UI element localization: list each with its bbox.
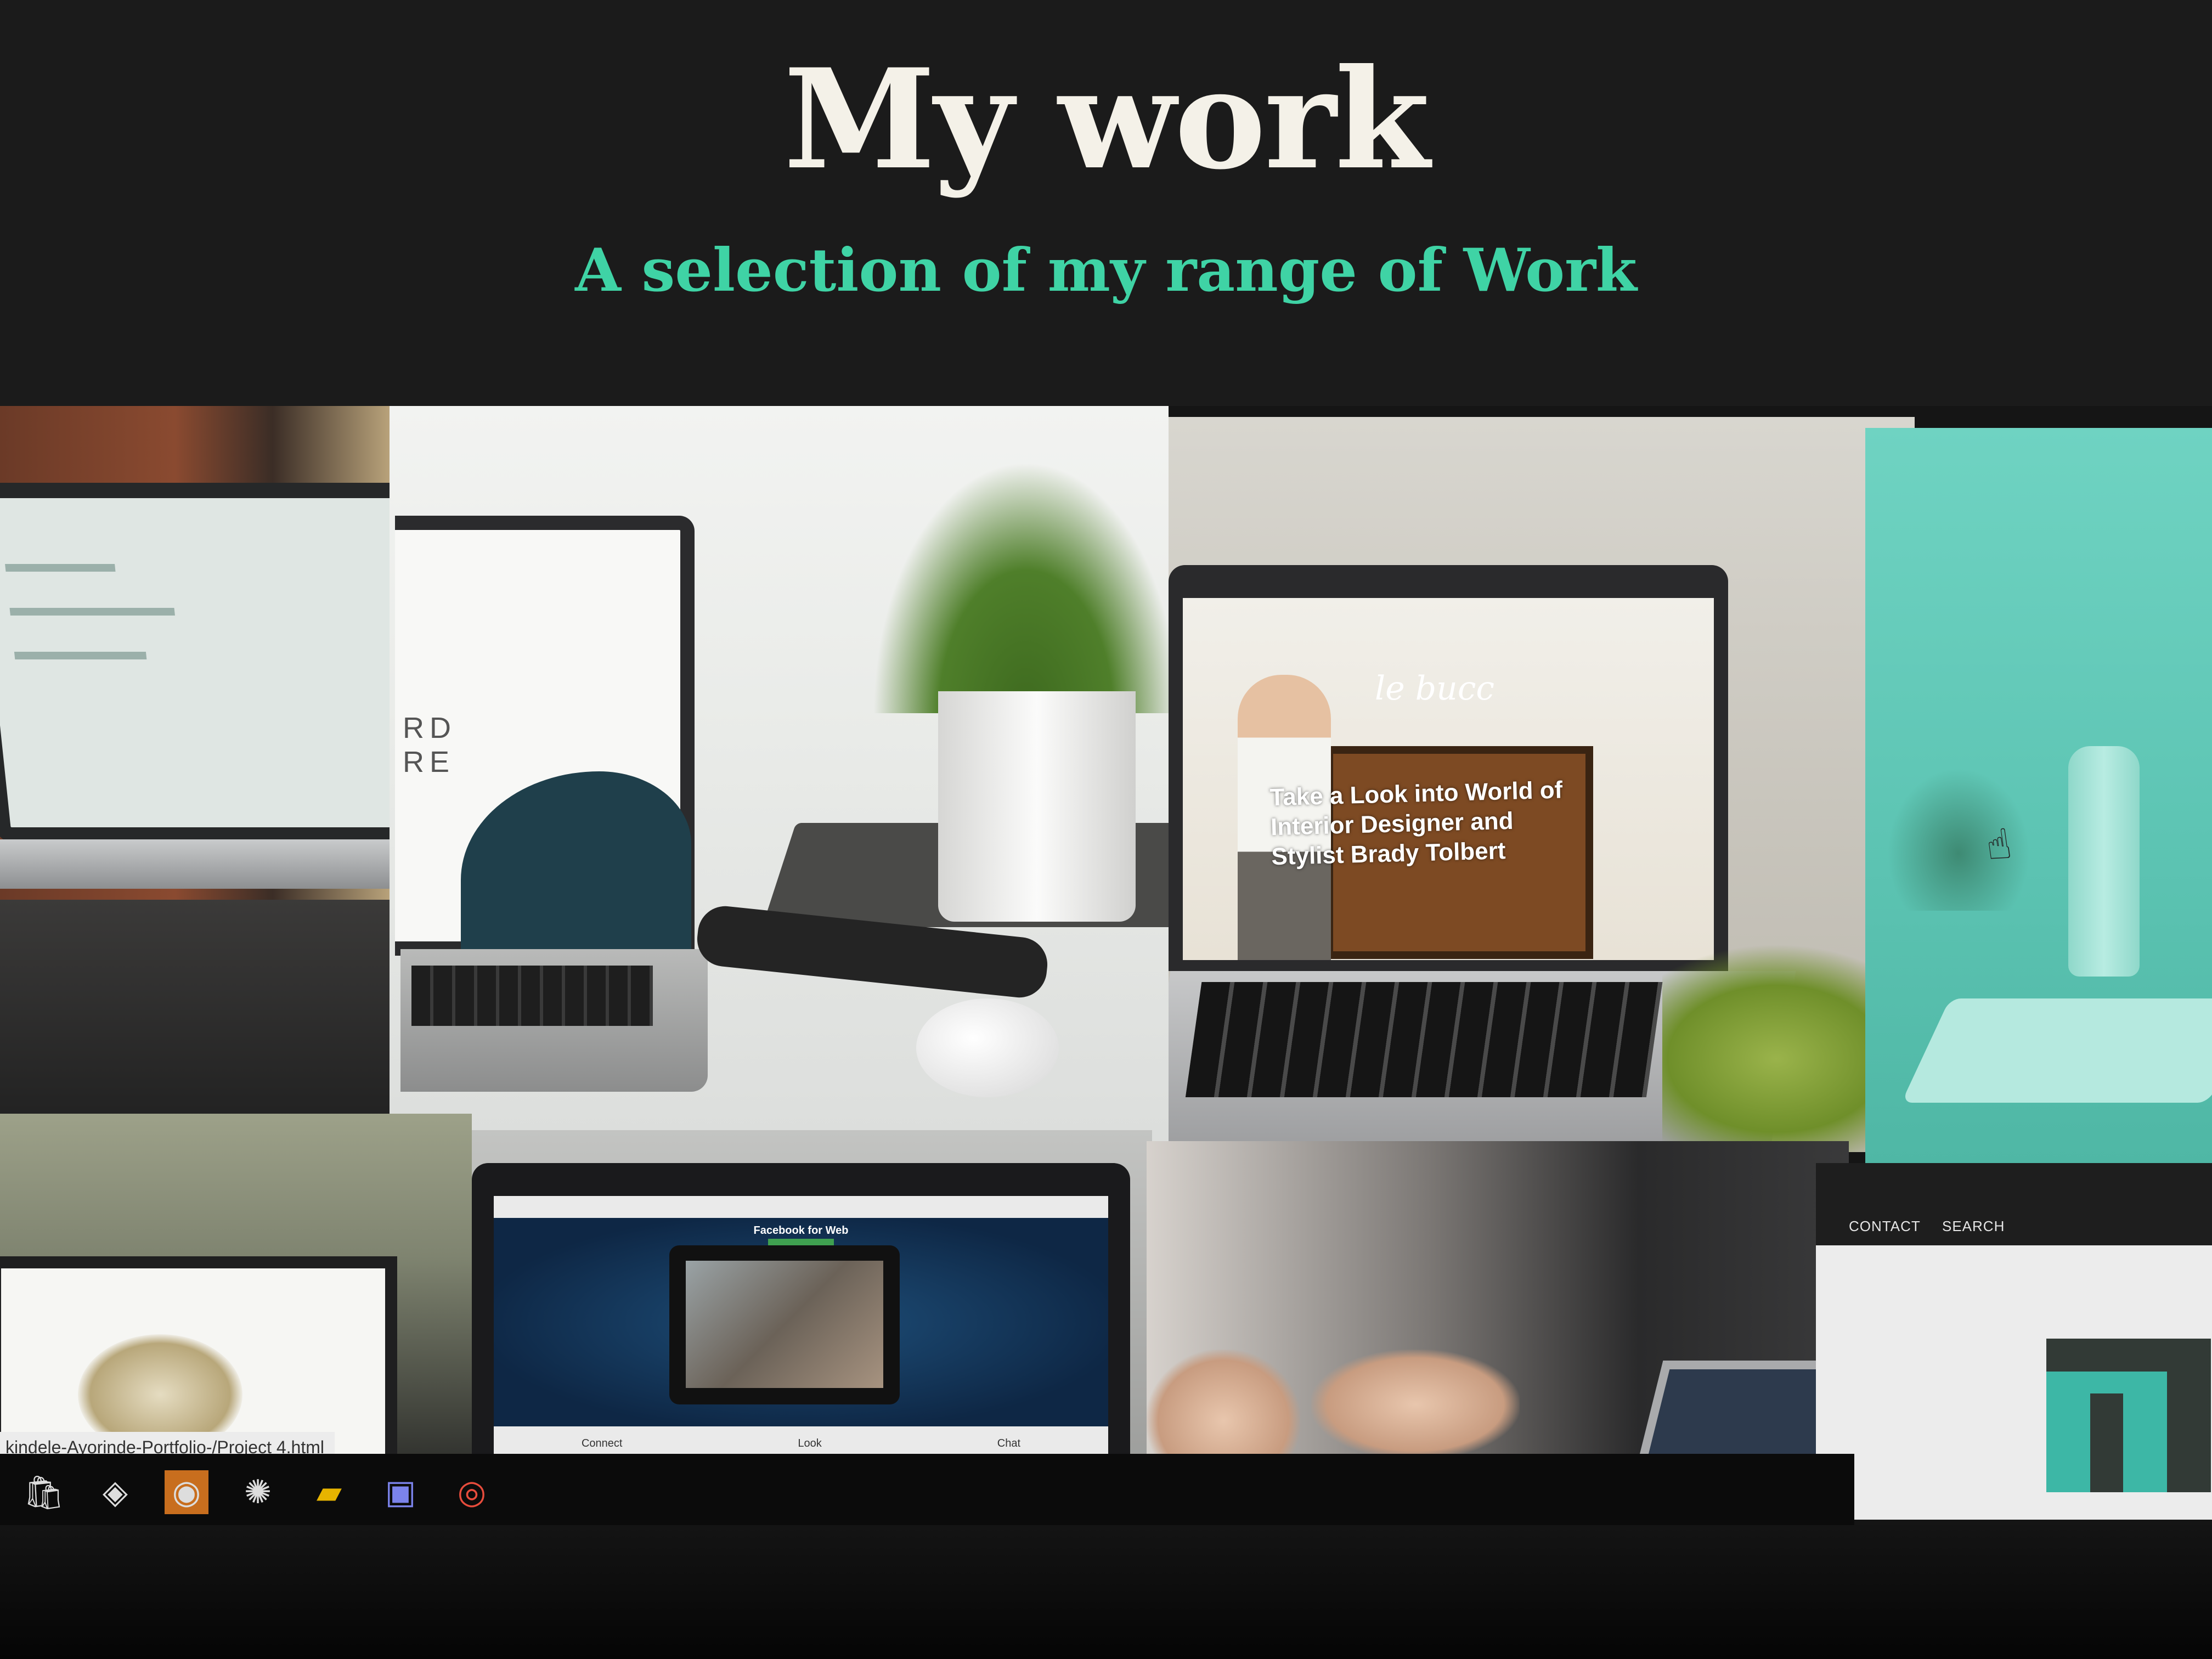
- folder-icon[interactable]: ▰: [307, 1470, 351, 1514]
- nav-search[interactable]: SEARCH: [1942, 1218, 2005, 1235]
- nav-contact[interactable]: CONTACT: [1849, 1218, 1921, 1235]
- screen-word: RD RE: [403, 712, 456, 778]
- teams-icon[interactable]: ▣: [379, 1470, 422, 1514]
- edge-icon[interactable]: ◉: [165, 1470, 208, 1514]
- site-footer-links: Connect Look Chat: [494, 1437, 1108, 1450]
- dropbox-icon[interactable]: ◈: [93, 1470, 137, 1514]
- work-tile-hands-tablet[interactable]: [1147, 1141, 1849, 1492]
- footer-look: Look: [798, 1437, 822, 1449]
- screen-wave-image: [461, 771, 691, 952]
- os-taskbar: 🛍 ◈ ◉ ✺ ▰ ▣ ◎: [0, 1454, 1854, 1531]
- hand-image: [1311, 1350, 1520, 1459]
- laptop-screen-image: RD RE: [395, 516, 695, 956]
- work-tile-interior-designer-site[interactable]: le bucc Take a Look into World of Interi…: [1169, 417, 1915, 1152]
- bottle-image: [2068, 746, 2140, 977]
- site-logo: le bucc: [1375, 669, 1495, 708]
- desk-image: [0, 900, 390, 1119]
- tablet-image: [669, 1245, 900, 1404]
- chrome-icon[interactable]: ◎: [450, 1470, 494, 1514]
- work-tile-brand-site[interactable]: CONTACT SEARCH: [1816, 1163, 2212, 1520]
- site-title: Facebook for Web: [753, 1224, 849, 1237]
- page-title: My work: [783, 38, 1430, 200]
- monitor-bezel: [0, 1525, 2212, 1659]
- monitor-image: Facebook for Web Connect Look Chat: [472, 1163, 1130, 1481]
- laptop-image: [1901, 998, 2212, 1103]
- brand-logo-image: [2046, 1339, 2211, 1492]
- website-screenshot: Facebook for Web Connect Look Chat: [494, 1196, 1108, 1481]
- work-tile-teal-workspace[interactable]: [1865, 428, 2212, 1163]
- plant-image: [872, 461, 1169, 713]
- keyboard-image: [400, 949, 708, 1092]
- website-screenshot: le bucc Take a Look into World of Interi…: [1183, 598, 1714, 960]
- work-tile-food-site[interactable]: kindele-Ayorinde-Portfolio-/Project 4.ht…: [0, 1114, 472, 1470]
- macbook-image: le bucc Take a Look into World of Interi…: [1169, 565, 1728, 971]
- group-photo: [686, 1261, 883, 1388]
- header-section: My work A selection of my range of Work: [0, 0, 2212, 406]
- portfolio-page: My work A selection of my range of Work …: [0, 0, 2212, 1659]
- work-tile-plant-desk[interactable]: RD RE: [390, 406, 1169, 1141]
- laptop-screen-image: [0, 483, 390, 843]
- store-icon[interactable]: 🛍: [22, 1470, 66, 1514]
- footer-connect: Connect: [581, 1437, 623, 1449]
- mouse-image: [916, 998, 1059, 1097]
- page-subtitle: A selection of my range of Work: [575, 236, 1637, 305]
- site-navbar: CONTACT SEARCH: [1816, 1163, 2212, 1245]
- dragon-icon[interactable]: ✺: [236, 1470, 280, 1514]
- footer-chat: Chat: [997, 1437, 1020, 1449]
- pot-image: [938, 691, 1136, 922]
- laptop-base-image: [0, 839, 390, 889]
- work-tile-analytics-laptop[interactable]: [0, 406, 390, 1119]
- site-headline: Take a Look into World of Interior Desig…: [1269, 776, 1563, 871]
- work-tile-facebook-clone[interactable]: Facebook for Web Connect Look Chat: [472, 1130, 1152, 1481]
